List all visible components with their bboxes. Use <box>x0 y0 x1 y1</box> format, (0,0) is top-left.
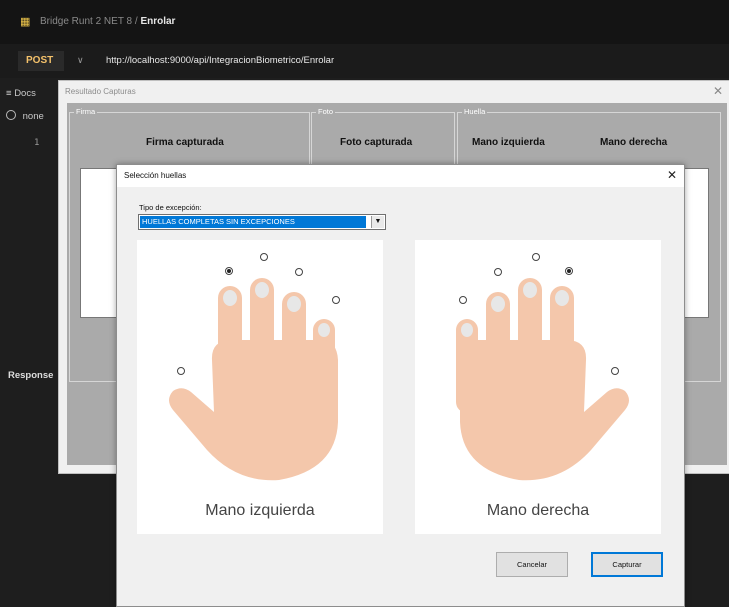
app-title-bar: ▦ Bridge Runt 2 NET 8 / Enrolar <box>0 0 729 44</box>
close-icon[interactable]: ✕ <box>667 168 677 182</box>
chevron-down-icon[interactable]: ∨ <box>77 55 84 66</box>
right-index-finger-radio[interactable] <box>494 268 502 276</box>
huella-right-heading: Mano derecha <box>600 137 668 148</box>
exception-type-label: Tipo de excepción: <box>139 203 202 212</box>
breadcrumb: Bridge Runt 2 NET 8 / Enrolar <box>40 16 175 27</box>
left-index-finger-radio[interactable] <box>295 268 303 276</box>
left-thumb-radio[interactable] <box>332 296 340 304</box>
url-input[interactable]: http://localhost:9000/api/IntegracionBio… <box>106 55 334 66</box>
cancel-button[interactable]: Cancelar <box>496 552 568 577</box>
firma-image-box <box>80 168 118 318</box>
request-name[interactable]: Enrolar <box>140 16 175 27</box>
collection-name[interactable]: Bridge Runt 2 NET 8 <box>40 16 132 27</box>
response-label: Response <box>8 370 54 381</box>
app-logo-icon: ▦ <box>20 16 31 28</box>
left-hand-shape <box>169 278 338 481</box>
method-select[interactable]: POST <box>18 51 64 71</box>
right-little-finger-radio[interactable] <box>611 367 619 375</box>
left-hand-icon <box>169 278 338 481</box>
none-label: none <box>22 111 44 122</box>
editor-line-number: 1 <box>34 138 40 148</box>
result-window-title: Resultado Capturas <box>65 87 136 96</box>
docs-tab[interactable]: ≡ Docs <box>6 88 36 99</box>
dialog-title-bar: Selección huellas ✕ <box>117 165 684 187</box>
chevron-down-icon[interactable]: ▼ <box>371 216 384 228</box>
docs-label: Docs <box>14 88 36 99</box>
dialog-title: Selección huellas <box>124 171 187 180</box>
request-sidebar: ≡ Docs none 1 Response <box>0 80 58 605</box>
left-hand-label: Mano izquierda <box>205 502 315 519</box>
exception-type-select[interactable]: HUELLAS COMPLETAS SIN EXCEPCIONES ▼ <box>138 214 386 230</box>
foto-legend: Foto <box>316 107 336 116</box>
right-hand-icon <box>456 278 629 481</box>
firma-heading: Firma capturada <box>146 137 224 148</box>
left-middle-finger-radio[interactable] <box>260 253 268 261</box>
huella-image-box <box>683 168 709 318</box>
body-none-option[interactable]: none <box>6 110 44 122</box>
radio-icon <box>6 110 16 120</box>
right-hand-shape <box>456 278 629 481</box>
right-hand-label: Mano derecha <box>486 502 590 519</box>
right-ring-finger-radio[interactable] <box>565 267 573 275</box>
left-ring-finger-radio[interactable] <box>225 267 233 275</box>
left-little-finger-radio[interactable] <box>177 367 185 375</box>
close-icon[interactable]: ✕ <box>713 84 723 98</box>
huella-left-heading: Mano izquierda <box>472 137 545 148</box>
left-hand-panel: Mano izquierda <box>137 240 383 534</box>
right-hand-panel: Mano derecha <box>415 240 661 534</box>
huella-legend: Huella <box>462 107 488 116</box>
exception-type-value: HUELLAS COMPLETAS SIN EXCEPCIONES <box>140 216 366 228</box>
capture-button[interactable]: Capturar <box>591 552 663 577</box>
request-url-bar: POST ∨ http://localhost:9000/api/Integra… <box>0 44 729 78</box>
right-thumb-radio[interactable] <box>459 296 467 304</box>
fingerprint-selection-dialog: Selección huellas ✕ Tipo de excepción: H… <box>116 164 685 607</box>
right-middle-finger-radio[interactable] <box>532 253 540 261</box>
breadcrumb-separator: / <box>134 16 138 27</box>
firma-legend: Firma <box>74 107 98 116</box>
menu-icon: ≡ <box>6 88 12 99</box>
foto-heading: Foto capturada <box>340 137 413 148</box>
